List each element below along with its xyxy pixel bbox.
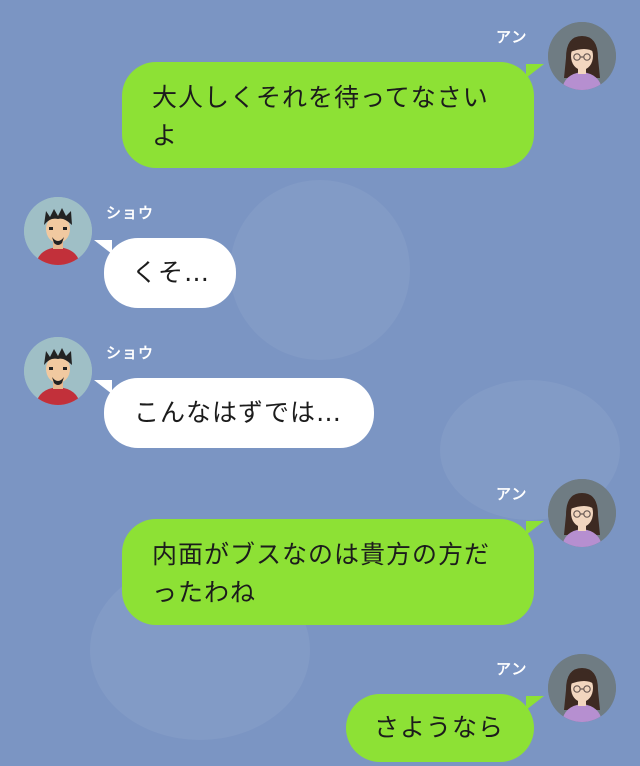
ann-avatar-icon[interactable] xyxy=(548,654,616,722)
message-row-sent: アン さようなら xyxy=(0,0,640,766)
bubble-tail xyxy=(526,696,544,710)
sender-name: アン xyxy=(496,660,528,678)
chat-bubble-sent: さようなら xyxy=(346,694,534,762)
message-text: さようなら xyxy=(374,713,505,742)
